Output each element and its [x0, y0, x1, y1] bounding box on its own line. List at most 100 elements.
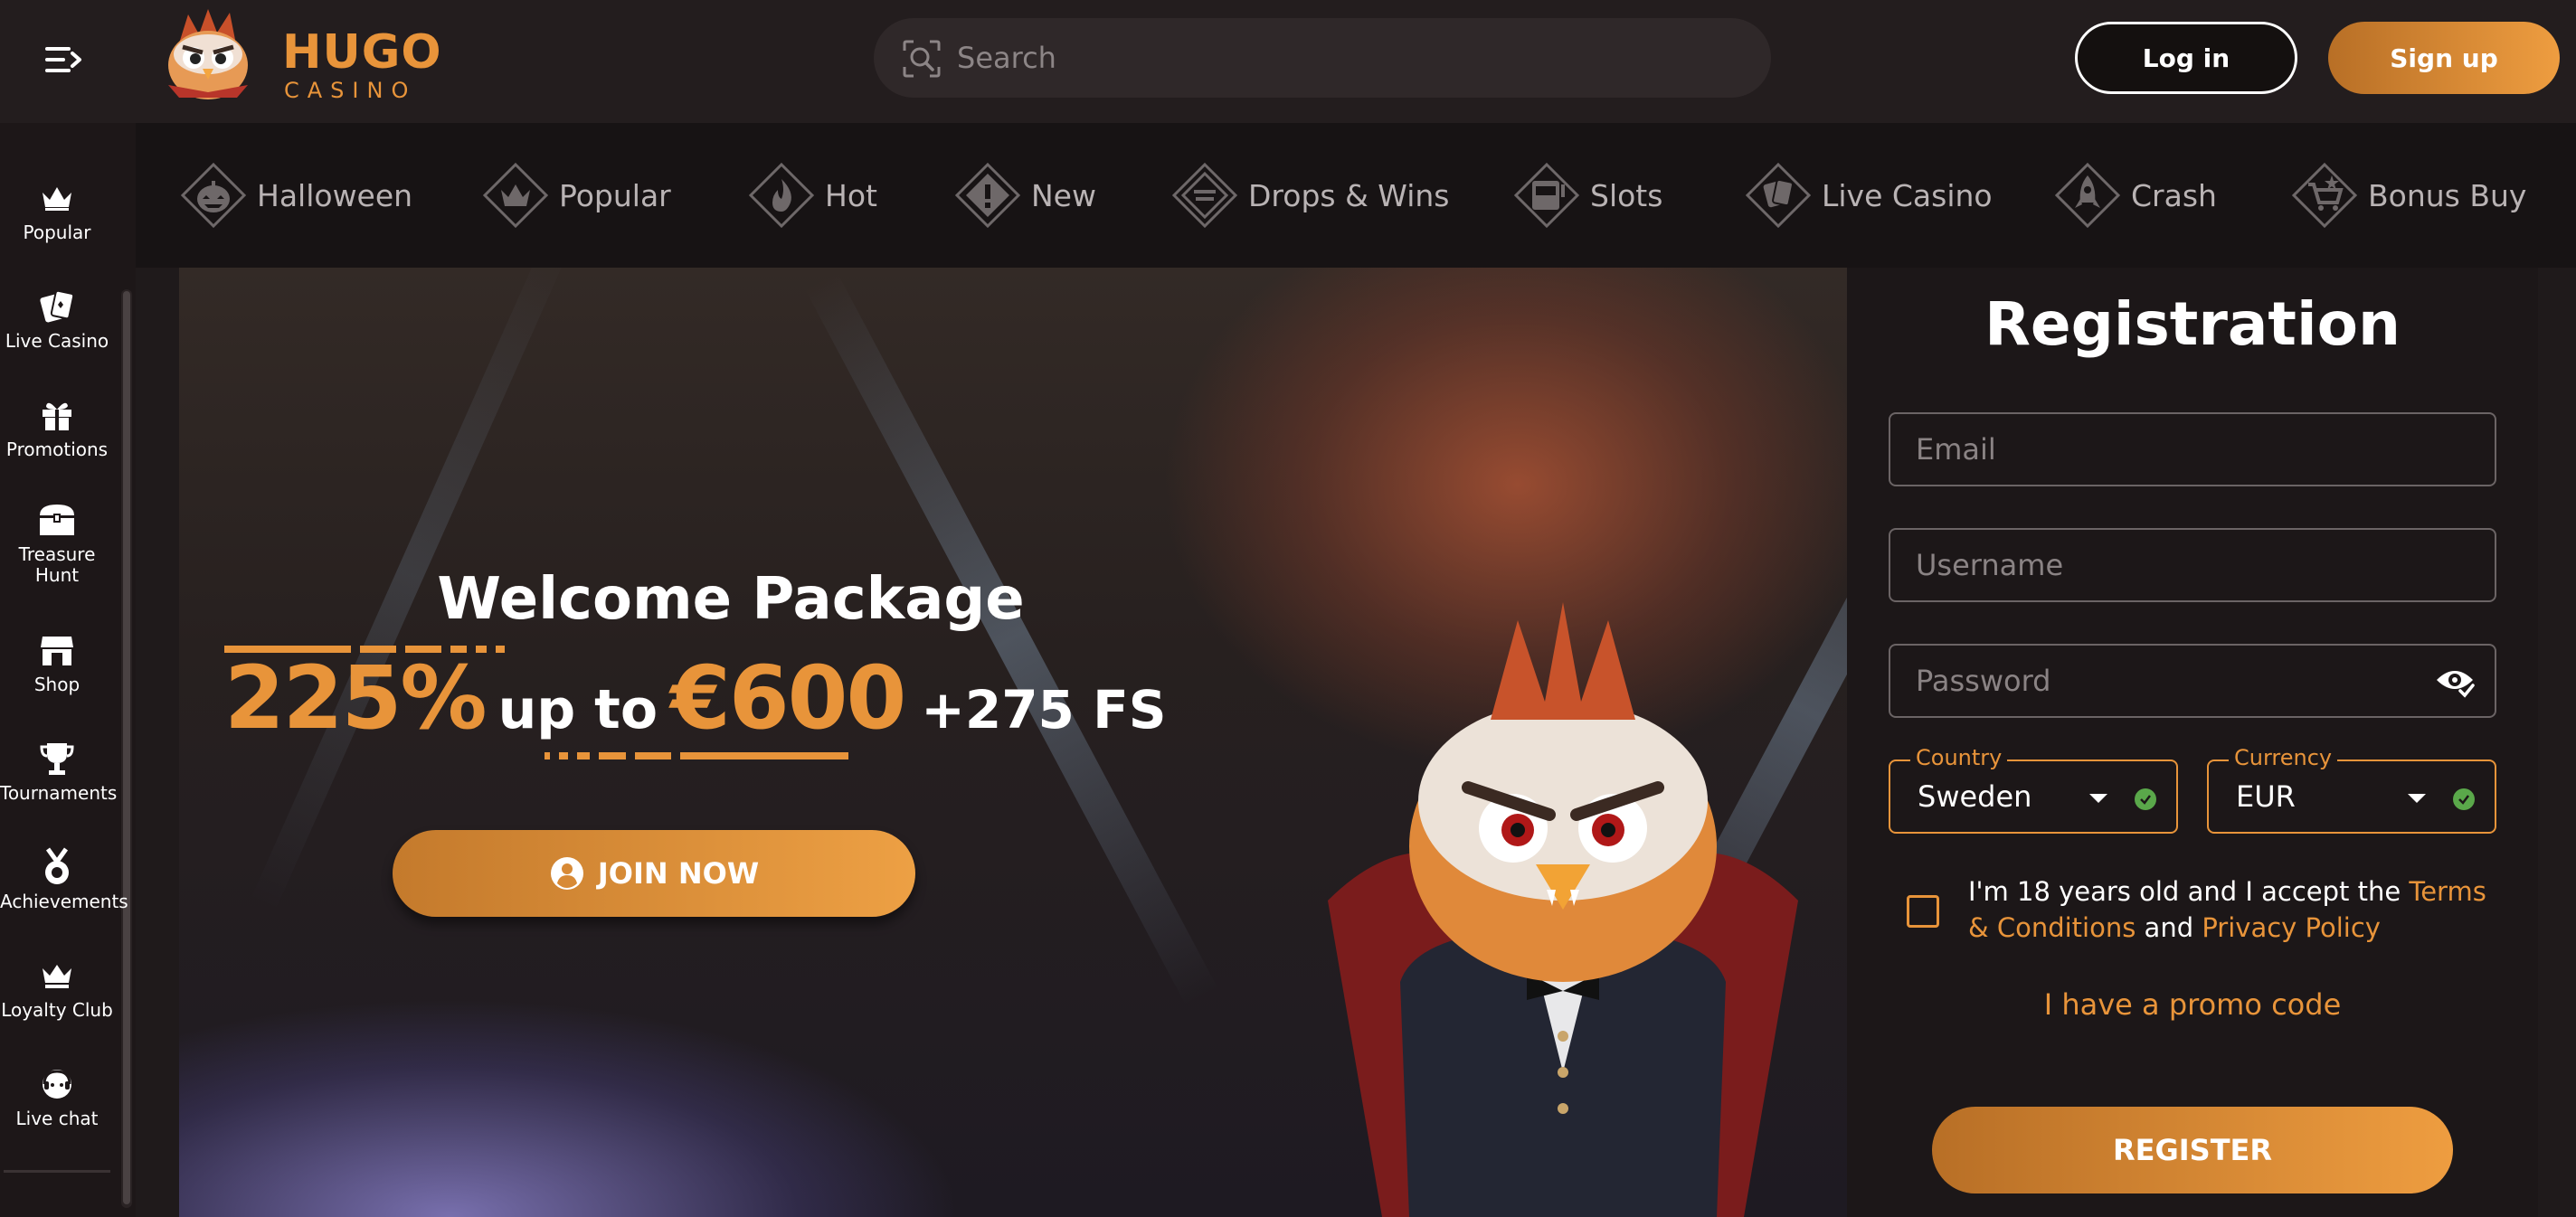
currency-value: EUR [2236, 779, 2296, 814]
sidebar-item-label: Achievements [0, 891, 128, 912]
password-input[interactable] [1916, 658, 2422, 703]
search-bar[interactable] [874, 18, 1771, 98]
join-now-button[interactable]: JOIN NOW [393, 830, 915, 917]
rocket-icon [2055, 163, 2120, 228]
hugo-mascot-logo-icon [168, 9, 248, 99]
page-gutter [2538, 268, 2576, 1217]
sidebar-item-shop[interactable]: Shop [0, 629, 114, 729]
shop-icon [36, 629, 78, 671]
sidebar-scrollbar-thumb[interactable] [123, 291, 130, 1204]
sidebar-item-label: Popular [23, 222, 91, 243]
sidebar-item-label: Treasure Hunt [18, 543, 96, 586]
category-drops-wins[interactable]: Drops & Wins [1172, 159, 1449, 231]
category-live-casino[interactable]: Live Casino [1746, 159, 1993, 231]
category-label: Halloween [257, 177, 413, 213]
hugo-casino-logo[interactable]: HUGO CASINO [152, 7, 441, 107]
sidebar-item-label: Promotions [5, 439, 109, 460]
trophy-icon [36, 738, 78, 779]
currency-label: Currency [2229, 745, 2338, 771]
medal-icon [36, 846, 78, 888]
valid-check-icon [2135, 788, 2156, 810]
category-popular[interactable]: Popular [483, 159, 671, 231]
sidebar-item-label: Live Casino [5, 330, 109, 352]
country-value: Sweden [1918, 779, 2032, 814]
sidebar-item-treasure-hunt[interactable]: Treasure Hunt [0, 499, 114, 599]
category-halloween[interactable]: Halloween [181, 159, 412, 231]
sidebar-item-live-casino[interactable]: Live Casino [0, 286, 114, 385]
cart-icon [2292, 163, 2357, 228]
pumpkin-icon [181, 163, 246, 228]
category-new[interactable]: New [955, 159, 1096, 231]
cards-icon [1746, 163, 1811, 228]
show-password-eye-icon[interactable] [2435, 665, 2475, 698]
terms-checkbox[interactable] [1907, 895, 1939, 928]
username-input[interactable] [1916, 542, 2422, 588]
registration-panel: Registration Country Sweden Currency EUR… [1847, 268, 2538, 1217]
welcome-title: Welcome Package [437, 566, 1025, 633]
crown-icon [36, 177, 78, 219]
privacy-policy-link[interactable]: Privacy Policy [2202, 912, 2381, 943]
sidebar-item-label: Tournaments [0, 782, 118, 804]
email-field[interactable] [1889, 412, 2496, 486]
country-label: Country [1910, 745, 2008, 771]
category-label: Hot [825, 177, 877, 213]
flame-icon [749, 163, 814, 228]
currency-select[interactable]: Currency EUR [2207, 745, 2496, 834]
category-label: Drops & Wins [1248, 177, 1450, 213]
sidebar-item-popular[interactable]: Popular [0, 177, 114, 277]
category-hot[interactable]: Hot [749, 159, 877, 231]
slot-machine-icon [1514, 163, 1579, 228]
offer-percent: 225% [224, 647, 488, 749]
chevron-down-icon [2089, 794, 2107, 803]
logo-subtitle: CASINO [284, 78, 417, 103]
sidebar-item-tournaments[interactable]: Tournaments [0, 738, 118, 837]
category-label: Crash [2131, 177, 2217, 213]
category-label: Slots [1590, 177, 1663, 213]
register-button[interactable]: REGISTER [1932, 1107, 2453, 1193]
gift-icon [36, 394, 78, 436]
promo-code-link[interactable]: I have a promo code [1847, 987, 2538, 1022]
sidebar-item-loyalty-club[interactable]: Loyalty Club [0, 955, 114, 1054]
cards-icon [36, 286, 78, 327]
category-label: Popular [559, 177, 671, 213]
terms-text: I'm 18 years old and I accept the Terms … [1968, 873, 2511, 946]
category-label: Bonus Buy [2368, 177, 2527, 213]
chevron-down-icon [2408, 794, 2426, 803]
sidebar-item-promotions[interactable]: Promotions [0, 394, 114, 494]
signup-button[interactable]: Sign up [2328, 22, 2560, 94]
search-input[interactable] [957, 34, 1735, 81]
sidebar-divider [4, 1170, 110, 1174]
logo-wordmark: HUGO [282, 25, 442, 80]
category-nav: Halloween Popular Hot New Drops & Wins S… [136, 123, 2576, 268]
crown-icon [36, 955, 78, 996]
top-header: HUGO CASINO Log in Sign up [0, 0, 2576, 123]
registration-title: Registration [1984, 289, 2401, 359]
sidebar-item-achievements[interactable]: Achievements [0, 846, 128, 946]
exclamation-icon [955, 163, 1020, 228]
category-label: New [1031, 177, 1096, 213]
username-field[interactable] [1889, 528, 2496, 602]
user-icon [550, 857, 583, 890]
crown-icon [483, 163, 548, 228]
password-field[interactable] [1889, 644, 2496, 718]
menu-toggle-icon[interactable] [40, 42, 87, 78]
sidebar-item-label: Shop [33, 674, 80, 695]
decorative-dashes [545, 752, 848, 759]
valid-check-icon [2453, 788, 2475, 810]
sidebar-item-live-chat[interactable]: Live chat [0, 1063, 114, 1163]
offer-amount: €600 [670, 647, 906, 749]
join-now-label: JOIN NOW [597, 856, 760, 891]
category-label: Live Casino [1822, 177, 1993, 213]
vampire-bird-mascot-illustration [1328, 602, 1798, 1217]
treasure-chest-icon [36, 499, 78, 541]
category-slots[interactable]: Slots [1514, 159, 1662, 231]
email-input[interactable] [1916, 427, 2422, 472]
category-crash[interactable]: Crash [2055, 159, 2217, 231]
login-button[interactable]: Log in [2075, 22, 2297, 94]
offer-free-spins: +275 FS [921, 679, 1167, 741]
sidebar-item-label: Live chat [15, 1108, 99, 1129]
country-select[interactable]: Country Sweden [1889, 745, 2178, 834]
category-bonus-buy[interactable]: Bonus Buy [2292, 159, 2526, 231]
search-icon[interactable] [901, 38, 942, 80]
hero-banner: Welcome Package 225% up to €600 +275 FS … [179, 268, 1847, 1217]
